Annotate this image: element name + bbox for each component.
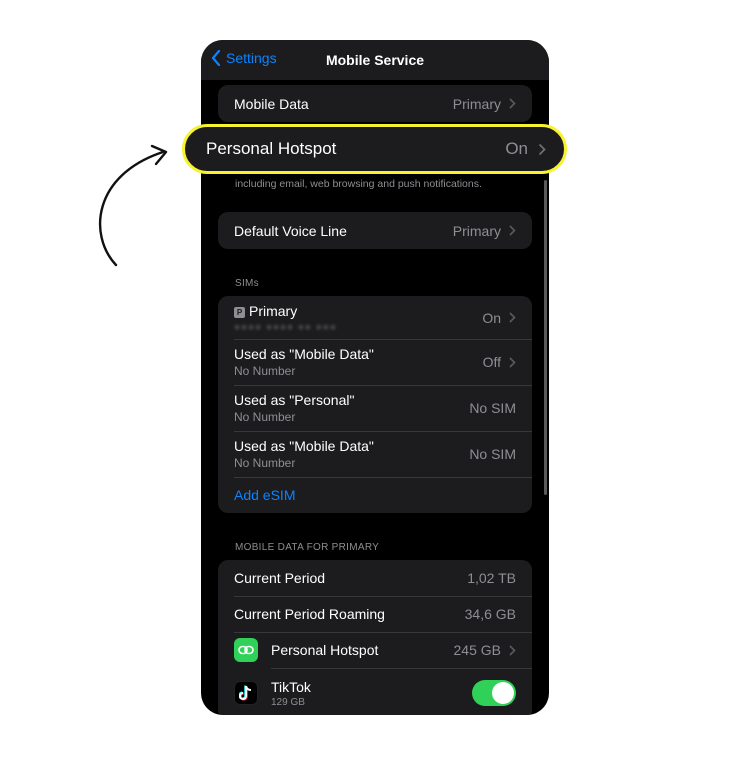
personal-hotspot-label: Personal Hotspot <box>206 139 337 158</box>
app-usage-value: 245 GB <box>453 642 501 658</box>
sim-row-value: No SIM <box>469 446 516 462</box>
mobile-data-value: Primary <box>452 95 501 112</box>
mobile-data-label: Mobile Data <box>234 95 309 112</box>
sim-primary-value: On <box>482 309 501 326</box>
current-period-row: Current Period 1,02 TB <box>218 560 532 596</box>
chevron-right-icon <box>509 98 516 109</box>
app-usage-label: TikTok <box>271 678 311 695</box>
sim-row-value: No SIM <box>469 400 516 416</box>
voice-line-group: Default Voice Line Primary <box>218 212 532 249</box>
app-usage-row-hotspot[interactable]: Personal Hotspot 245 GB <box>218 632 532 668</box>
tiktok-cellular-toggle[interactable] <box>472 680 516 706</box>
page-title: Mobile Service <box>325 52 425 68</box>
sims-section-header: SIMs <box>235 278 259 289</box>
curved-arrow-annotation <box>98 144 168 267</box>
sim-row-number: No Number <box>234 456 296 470</box>
default-voice-line-value: Primary <box>452 222 501 239</box>
chevron-right-icon <box>538 143 546 155</box>
sim-primary-row[interactable]: P Primary ●●●● ●●●● ●● ●●● On <box>218 296 532 339</box>
mobile-data-group: Mobile Data Primary <box>218 85 532 122</box>
usage-group: Current Period 1,02 TB Current Period Ro… <box>218 560 532 715</box>
chevron-right-icon <box>509 644 516 656</box>
sim-primary-label: Primary <box>249 302 298 319</box>
sims-group: P Primary ●●●● ●●●● ●● ●●● On Used as "Mo… <box>218 296 532 513</box>
sim-row-value: Off <box>482 354 501 370</box>
add-esim-button[interactable]: Add eSIM <box>234 487 295 503</box>
default-voice-line-row[interactable]: Default Voice Line Primary <box>218 212 532 249</box>
sim-row[interactable]: Used as "Mobile Data" No Number Off <box>218 339 532 385</box>
chevron-right-icon <box>509 225 516 236</box>
current-period-value: 1,02 TB <box>467 570 516 586</box>
sim-row-label: Used as "Mobile Data" <box>234 346 374 362</box>
chevron-right-icon <box>509 356 516 368</box>
sim-badge-icon: P <box>234 306 245 318</box>
sim-row-label: Used as "Mobile Data" <box>234 438 374 454</box>
hotspot-icon <box>234 638 258 662</box>
default-voice-line-label: Default Voice Line <box>234 222 347 239</box>
tiktok-icon <box>234 681 258 705</box>
hotspot-footer-text: including email, web browsing and push n… <box>235 178 482 190</box>
scrollbar[interactable] <box>544 180 547 495</box>
personal-hotspot-value: On <box>505 139 528 158</box>
current-period-roaming-label: Current Period Roaming <box>234 606 385 622</box>
personal-hotspot-highlighted-row[interactable]: Personal Hotspot On <box>182 124 567 174</box>
sim-row[interactable]: Used as "Personal" No Number No SIM <box>218 385 532 431</box>
app-usage-row-tiktok[interactable]: TikTok 129 GB <box>218 668 532 715</box>
current-period-label: Current Period <box>234 570 326 586</box>
sim-row-number: No Number <box>234 410 296 424</box>
sim-row[interactable]: Used as "Mobile Data" No Number No SIM <box>218 431 532 477</box>
chevron-right-icon <box>509 312 516 323</box>
app-usage-amount: 129 GB <box>271 696 305 708</box>
app-usage-label: Personal Hotspot <box>271 642 379 658</box>
navigation-bar: Settings Mobile Service <box>201 40 549 80</box>
current-period-roaming-row: Current Period Roaming 34,6 GB <box>218 596 532 632</box>
sim-row-label: Used as "Personal" <box>234 392 355 408</box>
sim-row-number: No Number <box>234 364 296 378</box>
current-period-roaming-value: 34,6 GB <box>464 606 516 622</box>
usage-section-header: MOBILE DATA FOR PRIMARY <box>235 542 380 553</box>
mobile-data-row[interactable]: Mobile Data Primary <box>218 85 532 122</box>
add-esim-row[interactable]: Add eSIM <box>218 477 532 513</box>
redacted-phone-number: ●●●● ●●●● ●● ●●● <box>234 321 337 333</box>
